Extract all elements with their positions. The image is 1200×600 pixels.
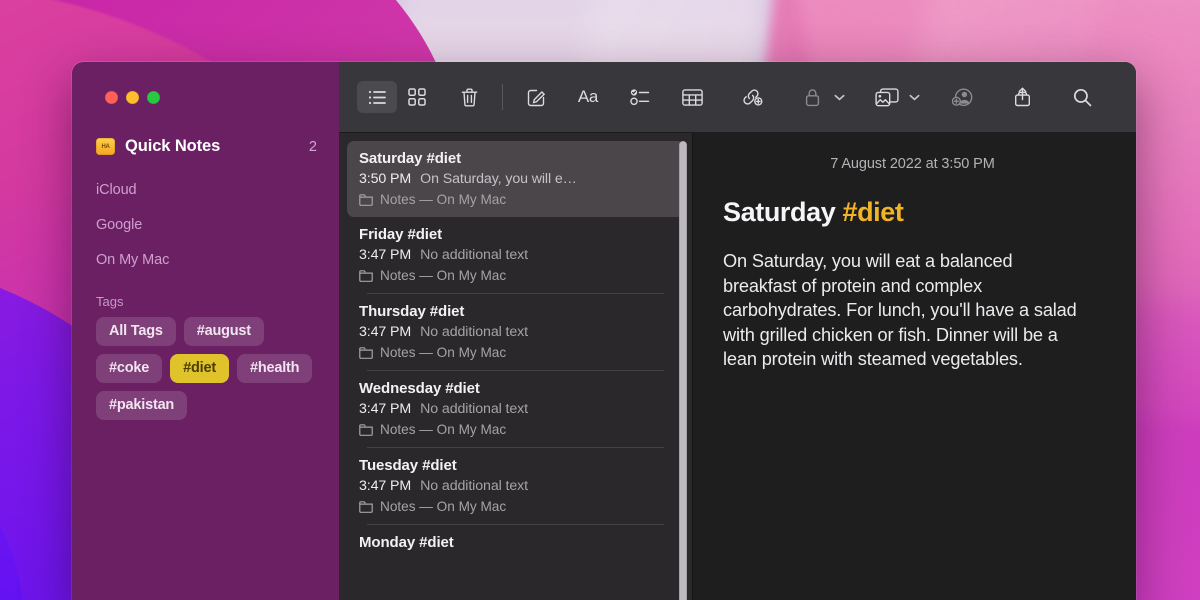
table-button[interactable] <box>672 81 712 113</box>
note-title: Thursday #diet <box>359 303 465 320</box>
note-list-item-tuesday[interactable]: Tuesday #diet 3:47 PM No additional text… <box>347 448 684 524</box>
folder-icon <box>359 269 373 282</box>
note-time: 3:47 PM <box>359 478 412 494</box>
folder-icon <box>359 346 373 359</box>
chevron-down-icon-media[interactable] <box>907 94 922 101</box>
note-title: Wednesday #diet <box>359 380 480 397</box>
note-snippet: No additional text <box>420 478 528 494</box>
checklist-button[interactable] <box>620 81 660 113</box>
note-title: Saturday #diet <box>359 150 461 167</box>
note-title: Friday #diet <box>359 226 442 243</box>
delete-note-button[interactable] <box>449 81 489 113</box>
note-list-item-wednesday[interactable]: Wednesday #diet 3:47 PM No additional te… <box>347 371 684 447</box>
search-button[interactable] <box>1062 81 1102 113</box>
chevron-down-icon[interactable] <box>832 94 847 101</box>
tag-health[interactable]: #health <box>236 354 313 383</box>
sidebar: НА Quick Notes 2 iCloud Google On My Mac… <box>72 62 339 600</box>
list-view-button[interactable] <box>357 81 397 113</box>
format-button[interactable]: Aa <box>568 81 608 113</box>
note-folder-row: Notes — On My Mac <box>359 422 672 437</box>
note-folder-label: Notes — On My Mac <box>380 422 507 437</box>
folder-icon <box>359 500 373 513</box>
add-link-button[interactable] <box>732 81 772 113</box>
note-meta: 3:47 PM No additional text <box>359 247 672 263</box>
note-detail-title: Saturday #diet <box>723 197 1102 228</box>
folder-icon <box>359 423 373 436</box>
note-title: Tuesday #diet <box>359 457 457 474</box>
close-button[interactable] <box>105 91 118 104</box>
quick-notes-icon: НА <box>96 138 115 155</box>
note-detail-body[interactable]: On Saturday, you will eat a balanced bre… <box>723 249 1083 372</box>
note-meta: 3:47 PM No additional text <box>359 401 672 417</box>
tag-all-tags[interactable]: All Tags <box>96 317 176 346</box>
note-list-pane[interactable]: Saturday #diet 3:50 PM On Saturday, you … <box>339 133 693 600</box>
window-controls <box>88 62 323 104</box>
note-date: 7 August 2022 at 3:50 PM <box>830 156 995 172</box>
note-folder-label: Notes — On My Mac <box>380 499 507 514</box>
minimize-button[interactable] <box>126 91 139 104</box>
note-meta: 3:47 PM No additional text <box>359 478 672 494</box>
note-meta: 3:47 PM No additional text <box>359 324 672 340</box>
note-list: Saturday #diet 3:50 PM On Saturday, you … <box>339 133 692 561</box>
folder-icon <box>359 193 373 206</box>
quick-notes-count: 2 <box>308 138 317 155</box>
note-folder-label: Notes — On My Mac <box>380 268 507 283</box>
gallery-view-button[interactable] <box>397 81 437 113</box>
note-folder-row: Notes — On My Mac <box>359 499 672 514</box>
note-time: 3:47 PM <box>359 247 412 263</box>
media-button[interactable] <box>867 81 907 113</box>
tags-section-header: Tags <box>96 294 124 309</box>
note-snippet: No additional text <box>420 324 528 340</box>
notes-window: НА Quick Notes 2 iCloud Google On My Mac… <box>72 62 1136 600</box>
note-list-item-monday[interactable]: Monday #diet <box>347 525 684 561</box>
note-list-scrollbar[interactable] <box>679 141 687 600</box>
note-snippet: No additional text <box>420 401 528 417</box>
share-button[interactable] <box>1002 81 1042 113</box>
note-list-item-thursday[interactable]: Thursday #diet 3:47 PM No additional tex… <box>347 294 684 370</box>
compose-note-button[interactable] <box>516 81 556 113</box>
note-folder-label: Notes — On My Mac <box>380 192 507 207</box>
note-time: 3:50 PM <box>359 171 412 187</box>
lock-note-control[interactable] <box>792 81 847 113</box>
tag-pakistan[interactable]: #pakistan <box>96 391 188 420</box>
lock-note-button[interactable] <box>792 81 832 113</box>
sidebar-item-icloud[interactable]: iCloud <box>96 156 323 198</box>
aa-text-format-icon: Aa <box>577 87 599 106</box>
note-folder-row: Notes — On My Mac <box>359 192 672 207</box>
note-folder-row: Notes — On My Mac <box>359 268 672 283</box>
note-snippet: On Saturday, you will e… <box>420 171 577 187</box>
tag-diet[interactable]: #diet <box>170 354 229 383</box>
tag-august[interactable]: #august <box>183 317 264 346</box>
note-time: 3:47 PM <box>359 324 412 340</box>
sidebar-item-quick-notes[interactable]: НА Quick Notes 2 <box>96 137 317 156</box>
toolbar-divider <box>502 84 503 110</box>
note-detail-title-tag: #diet <box>842 197 904 227</box>
note-title: Monday #diet <box>359 534 454 551</box>
quick-notes-icon-glyph: НА <box>101 143 110 150</box>
add-people-button[interactable] <box>942 81 982 113</box>
note-list-item-friday[interactable]: Friday #diet 3:47 PM No additional text … <box>347 217 684 293</box>
window-content: Aa Saturday #diet 3:50 PM On Saturday, y… <box>339 62 1136 600</box>
note-folder-label: Notes — On My Mac <box>380 345 507 360</box>
note-detail-title-plain: Saturday <box>723 197 843 227</box>
media-control[interactable] <box>867 81 922 113</box>
quick-notes-label: Quick Notes <box>125 137 221 155</box>
note-detail-pane[interactable]: 7 August 2022 at 3:50 PM Saturday #diet … <box>693 133 1136 600</box>
note-snippet: No additional text <box>420 247 528 263</box>
sidebar-item-google[interactable]: Google <box>96 198 323 233</box>
note-folder-row: Notes — On My Mac <box>359 345 672 360</box>
maximize-button[interactable] <box>147 91 160 104</box>
tag-coke[interactable]: #coke <box>96 354 163 383</box>
toolbar: Aa <box>339 62 1136 133</box>
note-meta: 3:50 PM On Saturday, you will e… <box>359 171 672 187</box>
tags-list: All Tags #august #coke #diet #health #pa… <box>88 317 323 420</box>
sidebar-item-on-my-mac[interactable]: On My Mac <box>96 233 323 268</box>
note-list-item-saturday[interactable]: Saturday #diet 3:50 PM On Saturday, you … <box>347 141 684 217</box>
panes: Saturday #diet 3:50 PM On Saturday, you … <box>339 133 1136 600</box>
note-time: 3:47 PM <box>359 401 412 417</box>
